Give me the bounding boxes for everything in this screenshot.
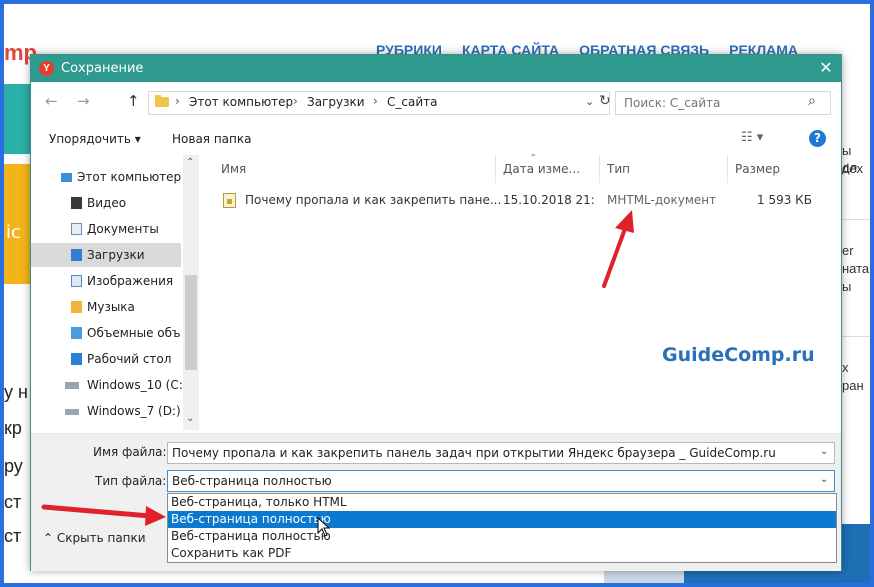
filename-label: Имя файла: [93,445,167,459]
column-type[interactable]: Тип [607,162,630,176]
save-form: Имя файла: Почему пропала и как закрепит… [31,433,841,571]
view-options-icon[interactable]: ☷ ▾ [741,130,763,145]
mhtml-file-icon [223,193,236,208]
nav-item-drive-c[interactable]: Windows_10 (C:) [31,373,187,397]
screenshot-frame: mp РУБРИКИ КАРТА САЙТА ОБРАТНАЯ СВЯЗЬ РЕ… [0,0,874,587]
column-date[interactable]: Дата изме... [503,162,580,176]
desktop-icon [71,353,82,365]
chevron-up-icon[interactable]: ⌃ [186,157,194,168]
nav-item-video[interactable]: Видео [31,191,181,215]
dialog-title: Сохранение [61,61,144,76]
filetype-value: Веб-страница полностью [172,474,332,488]
documents-icon [71,223,82,235]
navigation-bar: ← → ↑ › Этот компьютер › Загрузки › С_са… [31,82,841,124]
video-icon [71,197,82,209]
music-icon [71,301,82,313]
folder-icon [155,95,169,107]
site-text-fragment: ран [842,378,864,393]
file-name: Почему пропала и как закрепить пане... [245,193,502,207]
site-text-fragment: ы [842,279,852,294]
hide-folders-button[interactable]: ⌃ Скрыть папки [43,531,146,545]
search-input[interactable] [622,95,806,111]
close-icon[interactable]: ✕ [815,58,837,77]
new-folder-button[interactable]: Новая папка [172,132,251,146]
chevron-down-icon[interactable]: ⌄ [186,413,194,424]
site-text-fragment: х [842,360,849,375]
up-arrow-icon[interactable]: ↑ [127,92,140,110]
organize-button[interactable]: Упорядочить ▾ [49,132,141,146]
computer-icon [61,173,72,182]
3d-objects-icon [71,327,82,339]
filename-value: Почему пропала и как закрепить панель за… [172,446,776,460]
file-size: 1 593 КБ [757,193,812,207]
images-icon [71,275,82,287]
navigation-pane: Этот компьютер Видео Документы Загрузки … [31,155,199,430]
chevron-down-icon[interactable]: ⌄ [820,474,828,485]
chevron-down-icon[interactable]: ⌄ [585,95,594,108]
help-icon[interactable]: ? [809,130,826,147]
chevron-down-icon[interactable]: ⌄ [820,446,828,457]
file-row[interactable]: Почему пропала и как закрепить пане... 1… [211,189,833,211]
column-size[interactable]: Размер [735,162,780,176]
file-type: MHTML-документ [607,193,717,207]
filename-field[interactable]: Почему пропала и как закрепить панель за… [167,442,835,464]
nav-pane-scrollbar[interactable]: ⌃ ⌄ [183,155,199,430]
downloads-icon [71,249,82,261]
back-arrow-icon[interactable]: ← [45,92,58,110]
nav-item-music[interactable]: Музыка [31,295,181,319]
nav-item-documents[interactable]: Документы [31,217,181,241]
forward-arrow-icon[interactable]: → [77,92,90,110]
search-icon[interactable]: ⌕ [808,93,816,109]
chevron-up-icon: ⌃ [43,531,54,545]
filetype-select[interactable]: Веб-страница полностью ⌄ [167,470,835,492]
nav-item-desktop[interactable]: Рабочий стол [31,347,181,371]
site-text-fragment: er [842,243,854,258]
nav-item-drive-d[interactable]: Windows_7 (D:) [31,399,181,423]
mouse-cursor-icon [317,517,331,537]
scrollbar-thumb[interactable] [185,275,197,370]
address-bar[interactable]: › Этот компьютер › Загрузки › С_сайта ⌄ … [148,91,611,115]
breadcrumb-item[interactable]: Этот компьютер [189,95,293,109]
filetype-option-highlighted[interactable]: Веб-страница полностью [168,511,836,528]
search-box[interactable]: ⌕ [615,91,831,115]
guidecomp-watermark: GuideComp.ru [662,344,815,366]
site-text-fragment: ната [842,261,870,276]
filetype-option[interactable]: Веб-страница полностью [168,528,836,545]
command-bar: Упорядочить ▾ Новая папка ☷ ▾ ? [31,124,841,154]
filetype-dropdown: Веб-страница, только HTML Веб-страница п… [167,493,837,563]
file-date: 15.10.2018 21: [503,193,595,207]
filetype-option[interactable]: Веб-страница, только HTML [168,494,836,511]
filetype-label: Тип файла: [95,474,167,488]
nav-item-downloads[interactable]: Загрузки [31,243,181,267]
site-text-fragment: dex [842,161,863,176]
breadcrumb-item[interactable]: Загрузки [307,95,365,109]
column-name[interactable]: Имя [221,162,246,176]
nav-item-3d-objects[interactable]: Объемные объ [31,321,181,345]
nav-item-this-pc[interactable]: Этот компьютер [31,165,181,189]
drive-icon [65,382,79,389]
dialog-titlebar: Y Сохранение ✕ [31,55,841,82]
breadcrumb-item[interactable]: С_сайта [387,95,437,109]
drive-icon [65,409,79,415]
refresh-icon[interactable]: ↻ [599,93,611,109]
yandex-browser-icon: Y [39,61,54,76]
save-dialog: Y Сохранение ✕ ← → ↑ › Этот компьютер › … [30,54,842,571]
filetype-option[interactable]: Сохранить как PDF [168,545,836,562]
nav-item-images[interactable]: Изображения [31,269,181,293]
file-list-header: ⌃ Имя Дата изме... Тип Размер [211,153,833,183]
